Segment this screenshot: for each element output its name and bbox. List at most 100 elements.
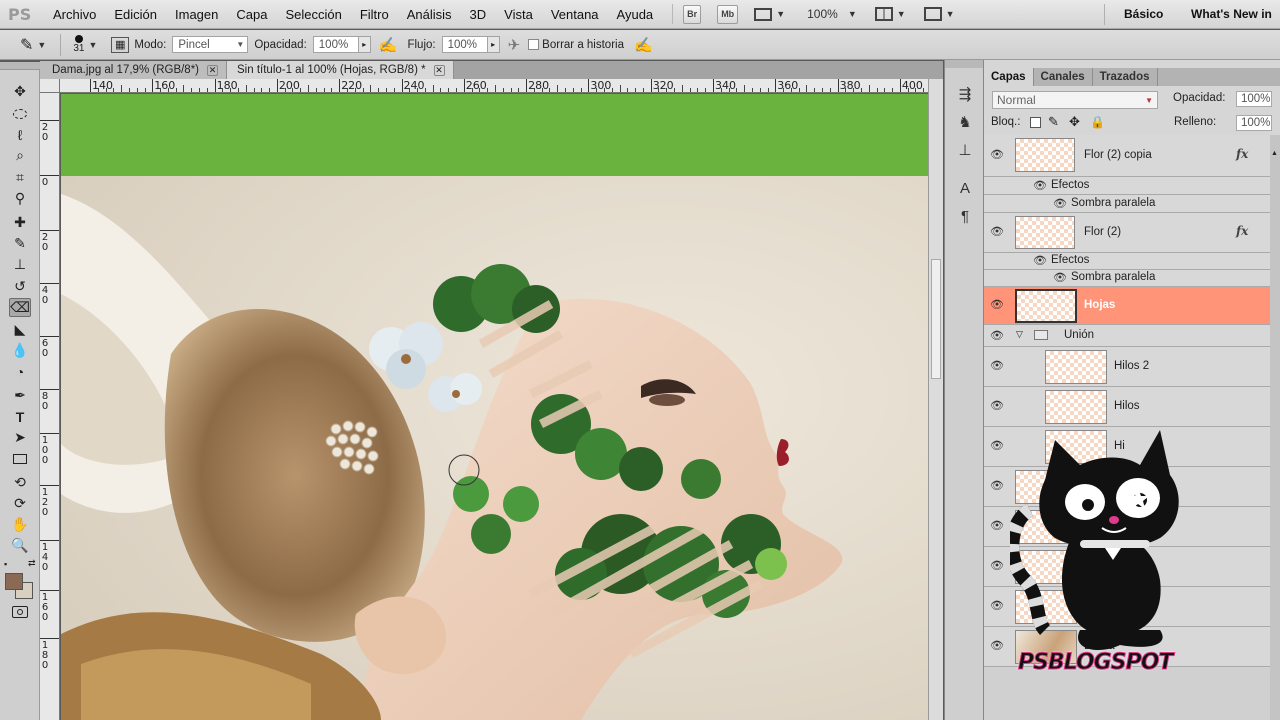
chevron-down-icon[interactable]: ▼ (848, 9, 857, 19)
layers-scrollbar[interactable]: ▲ (1270, 135, 1280, 720)
opacity-slider-button[interactable]: ▸ (358, 36, 371, 53)
tab-dama[interactable]: Dama.jpg al 17,9% (RGB/8*) ✕ (40, 61, 228, 79)
eye-icon[interactable]: 👁 (989, 479, 1005, 492)
eye-icon[interactable]: 👁 (1032, 179, 1048, 192)
arrange-documents-icon[interactable] (874, 7, 893, 21)
3d-orbit-tool-icon[interactable]: ⟳ (9, 494, 31, 513)
brush-panel-icon[interactable]: ▦ (111, 36, 130, 53)
clone-source-icon[interactable]: ⊥ (954, 140, 976, 160)
eye-icon[interactable]: 👁 (989, 439, 1005, 452)
lock-all-icon[interactable]: 🔒 (1090, 115, 1105, 129)
layer-hilos-2[interactable]: 👁 Hilos 2 (984, 347, 1270, 387)
layer-opacity-input[interactable]: 100% (1236, 91, 1272, 107)
chevron-down-icon[interactable]: ▼ (88, 40, 97, 50)
scroll-up-icon[interactable]: ▲ (1271, 150, 1278, 157)
minibridge-button[interactable]: Mb (717, 4, 739, 24)
view-extras-icon[interactable] (754, 7, 773, 21)
mode-select[interactable]: Pincel ▼ (172, 36, 249, 53)
erase-history-checkbox[interactable] (528, 39, 540, 50)
chevron-down-icon[interactable]: ▼ (946, 9, 955, 19)
lock-position-icon[interactable]: ✥ (1069, 114, 1080, 130)
menu-capa[interactable]: Capa (227, 7, 276, 22)
fx-icon[interactable]: fx (1236, 147, 1248, 161)
pressure-opacity-icon[interactable]: ✍ (379, 36, 398, 54)
lasso-tool-icon[interactable]: ℓ (9, 125, 31, 144)
menu-ventana[interactable]: Ventana (542, 7, 608, 22)
history-panel-icon[interactable]: ⇶ (954, 84, 976, 104)
opacity-input[interactable]: 100% (312, 36, 359, 53)
chevron-down-icon[interactable]: ▼ (776, 9, 785, 19)
shape-tool-icon[interactable] (9, 449, 31, 468)
close-icon[interactable]: ✕ (433, 64, 445, 76)
crop-tool-icon[interactable]: ⌗ (9, 168, 31, 187)
paint-bucket-tool-icon[interactable]: ◣ (9, 320, 31, 339)
bridge-button[interactable]: Br (683, 4, 702, 24)
clone-stamp-tool-icon[interactable]: ⊥ (9, 255, 31, 274)
move-tool-icon[interactable]: ✥ (9, 82, 31, 101)
eye-icon[interactable]: 👁 (1032, 254, 1048, 267)
scrollbar-thumb[interactable] (931, 259, 941, 379)
menu-vista[interactable]: Vista (495, 7, 542, 22)
disclosure-triangle-icon[interactable]: ▽ (1016, 329, 1023, 340)
type-tool-icon[interactable]: T (9, 407, 31, 426)
screen-mode-icon[interactable] (923, 7, 942, 21)
history-brush-tool-icon[interactable]: ↺ (9, 277, 31, 296)
menu-imagen[interactable]: Imagen (166, 7, 227, 22)
lock-pixels-icon[interactable]: ✎ (1048, 114, 1059, 130)
swap-colors-icon[interactable]: ⇄ (28, 558, 36, 569)
foreground-color-swatch[interactable] (5, 573, 23, 590)
chevron-down-icon[interactable]: ▼ (37, 40, 46, 50)
eye-icon[interactable]: 👁 (989, 559, 1005, 572)
layer-group-union[interactable]: 👁 ▽ Unión (984, 325, 1270, 347)
fx-icon[interactable]: fx (1236, 224, 1248, 238)
canvas-vertical-scrollbar[interactable] (928, 79, 943, 720)
eye-icon[interactable]: 👁 (989, 298, 1005, 311)
quick-selection-tool-icon[interactable]: ⌕ (9, 146, 31, 165)
tab-canales[interactable]: Canales (1034, 68, 1093, 86)
dodge-tool-icon[interactable]: ◔ (9, 362, 31, 381)
eye-icon[interactable]: 👁 (989, 399, 1005, 412)
marquee-tool-icon[interactable] (9, 104, 31, 123)
zoom-tool-icon[interactable]: 🔍 (9, 536, 31, 555)
close-icon[interactable]: ✕ (207, 64, 219, 76)
workspace-basic[interactable]: Básico (1124, 7, 1163, 21)
layer-flor-2[interactable]: 👁 Flor (2) fx (984, 213, 1270, 253)
menu-archivo[interactable]: Archivo (44, 7, 105, 22)
layer-effect-drop-shadow[interactable]: 👁 Sombra paralela (984, 195, 1270, 213)
quick-mask-icon[interactable] (9, 602, 31, 621)
default-colors-icon[interactable]: ▪ (4, 559, 7, 569)
fill-input[interactable]: 100% (1236, 115, 1272, 131)
flow-slider-button[interactable]: ▸ (487, 36, 500, 53)
tab-capas[interactable]: Capas (984, 68, 1034, 86)
menu-analisis[interactable]: Análisis (398, 7, 461, 22)
tab-trazados[interactable]: Trazados (1093, 68, 1158, 86)
pen-tool-icon[interactable]: ✒ (9, 386, 31, 405)
blend-mode-select[interactable]: Normal ▼ (992, 91, 1158, 109)
eye-icon[interactable]: 👁 (989, 639, 1005, 652)
menu-3d[interactable]: 3D (461, 7, 496, 22)
brush-size-picker[interactable]: 31 (73, 35, 84, 54)
eye-icon[interactable]: 👁 (989, 359, 1005, 372)
zoom-level[interactable]: 100% (807, 7, 838, 21)
brush-tool-preset-icon[interactable]: ✎ (20, 35, 33, 55)
menu-ayuda[interactable]: Ayuda (608, 7, 663, 22)
eyedropper-tool-icon[interactable]: ⚲ (9, 189, 31, 208)
healing-brush-tool-icon[interactable]: ✚ (9, 213, 31, 232)
document-canvas[interactable] (61, 94, 928, 720)
tab-sin-titulo[interactable]: Sin título-1 al 100% (Hojas, RGB/8) * ✕ (227, 61, 454, 79)
eye-icon[interactable]: 👁 (1052, 197, 1068, 210)
menu-edicion[interactable]: Edición (105, 7, 166, 22)
eraser-tool-icon[interactable]: ⌫ (9, 298, 31, 317)
lock-transparent-icon[interactable] (1030, 117, 1041, 128)
layer-flor-2-copia[interactable]: 👁 Flor (2) copia fx (984, 135, 1270, 177)
chevron-down-icon[interactable]: ▼ (897, 9, 906, 19)
character-panel-icon[interactable]: A (954, 178, 976, 198)
layer-effects-row[interactable]: 👁 Efectos (984, 177, 1270, 195)
eye-icon[interactable]: 👁 (989, 329, 1005, 342)
eye-icon[interactable]: 👁 (989, 599, 1005, 612)
eye-icon[interactable]: 👁 (1052, 271, 1068, 284)
menu-seleccion[interactable]: Selección (276, 7, 350, 22)
menu-filtro[interactable]: Filtro (351, 7, 398, 22)
layer-hojas[interactable]: 👁 Hojas (984, 287, 1270, 325)
actions-panel-icon[interactable]: ♞ (954, 112, 976, 132)
